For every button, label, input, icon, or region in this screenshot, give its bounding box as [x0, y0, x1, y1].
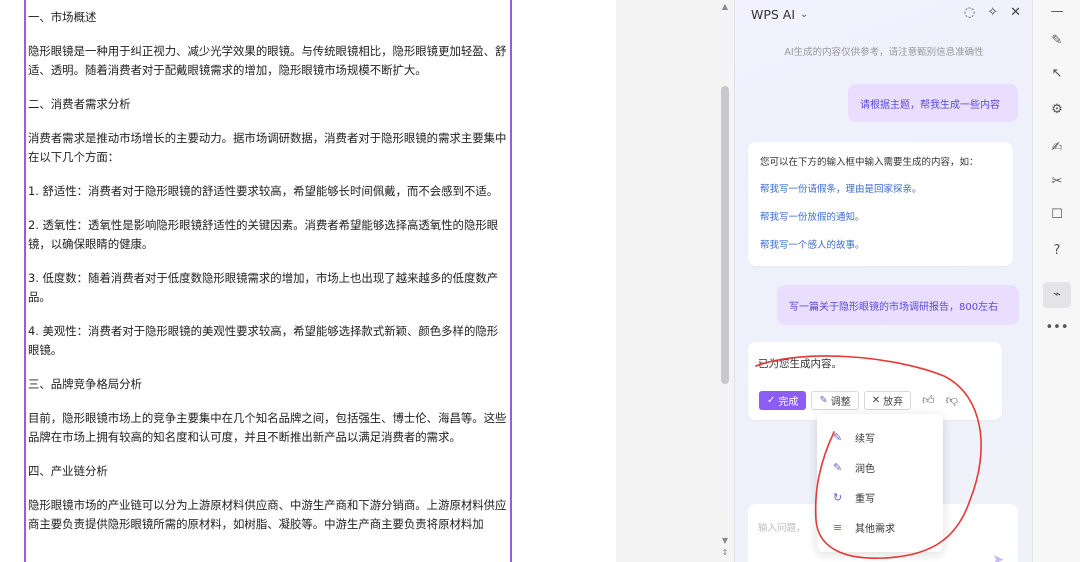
wps-window: 一、市场概述 隐形眼镜是一种用于纠正视力、减少光学效果的眼镜。与传统眼镜相比，隐…: [0, 0, 1080, 562]
menu-item-label: 润色: [855, 463, 875, 475]
pen-plus-icon: ✎: [833, 430, 843, 444]
doc-heading: 四、产业链分析: [28, 464, 108, 478]
doc-paragraph: 目前，隐形眼镜市场上的竞争主要集中在几个知名品牌之间，包括强生、博士伦、海昌等。…: [28, 411, 507, 444]
doc-heading: 二、消费者需求分析: [28, 97, 131, 111]
user-message: 写一篇关于隐形眼镜的市场调研报告，800左右: [777, 285, 1019, 325]
document-body[interactable]: 一、市场概述 隐形眼镜是一种用于纠正视力、减少光学效果的眼镜。与传统眼镜相比，隐…: [26, 0, 510, 534]
document-canvas-gray: [616, 0, 716, 562]
suggestion-link[interactable]: 帮我写一个感人的故事。: [760, 237, 1001, 251]
doc-paragraph: 1. 舒适性：消费者对于隐形眼镜的舒适性要求较高，希望能够长时间佩戴，而不会感到…: [28, 184, 499, 198]
pen-icon[interactable]: ✎: [1033, 33, 1080, 48]
review-icon[interactable]: ☐: [1033, 207, 1080, 222]
wps-ai-icon[interactable]: ⌁: [1043, 282, 1071, 308]
document-margin: [0, 0, 24, 562]
thumbs-down-icon[interactable]: 👎︎: [946, 393, 958, 408]
select-icon[interactable]: ↖: [1033, 66, 1080, 81]
help-icon[interactable]: ?: [1033, 243, 1080, 258]
doc-heading: 一、市场概述: [28, 10, 97, 24]
user-message-text: 写一篇关于隐形眼镜的市场调研报告，800左右: [789, 301, 999, 313]
scroll-page-icon[interactable]: ⇕: [716, 548, 734, 557]
document-canvas: [512, 0, 616, 562]
thumbs-up-icon[interactable]: 👍︎: [922, 393, 935, 408]
user-message-text: 请根据主题，帮我生成一些内容: [860, 99, 1000, 111]
pen-sparkle-icon: ✎: [833, 460, 843, 474]
list-icon: ≡: [833, 520, 843, 534]
adjust-button[interactable]: ✎ 调整: [811, 391, 859, 410]
doc-heading: 三、品牌竞争格局分析: [28, 377, 142, 391]
document-scrollbar[interactable]: ▲ ▼ ⇕: [716, 0, 734, 562]
suggestion-link[interactable]: 帮我写一份请假条，理由是回家探亲。: [760, 181, 1001, 195]
menu-item-rewrite[interactable]: ↻ 重写: [817, 482, 943, 512]
input-placeholder: 输入问题，: [758, 523, 806, 534]
user-message: 请根据主题，帮我生成一些内容: [848, 84, 1018, 122]
adjust-dropdown-menu: ✎ 续写 ✎ 润色 ↻ 重写 ≡ 其他需求: [817, 414, 943, 552]
ai-write-icon[interactable]: ✍: [1033, 140, 1080, 155]
adjust-label: 调整: [830, 397, 851, 408]
menu-item-label: 其他需求: [855, 523, 895, 535]
doc-paragraph: 隐形眼镜是一种用于纠正视力、减少光学效果的眼镜。与传统眼镜相比，隐形眼镜更加轻盈…: [28, 44, 507, 77]
suggestion-intro: 您可以在下方的输入框中输入需要生成的内容，如：: [760, 157, 979, 168]
document-page[interactable]: 一、市场概述 隐形眼镜是一种用于纠正视力、减少光学效果的眼镜。与传统眼镜相比，隐…: [24, 0, 512, 562]
done-label: 完成: [778, 397, 799, 408]
scrollbar-thumb[interactable]: [721, 86, 729, 384]
doc-paragraph: 2. 透氧性：透氧性是影响隐形眼镜舒适性的关键因素。消费者希望能够选择高透氧性的…: [28, 218, 499, 251]
result-actions: ✓ 完成 ✎ 调整 ✕ 放弃 👍︎ 👎︎: [759, 391, 958, 410]
doc-paragraph: 3. 低度数：随着消费者对于低度数隐形眼镜需求的增加，市场上也出现了越来越多的低…: [28, 271, 499, 304]
menu-item-continue[interactable]: ✎ 续写: [817, 422, 943, 452]
menu-item-other[interactable]: ≡ 其他需求: [817, 512, 943, 542]
more-icon[interactable]: •••: [1033, 320, 1080, 335]
wps-ai-panel: WPS AI ⌄ ◌ ✧ ✕ AI生成的内容仅供参考，请注意甄别信息准确性 请根…: [734, 0, 1032, 562]
done-button[interactable]: ✓ 完成: [759, 391, 807, 410]
pen-sparkle-icon: ✎: [819, 395, 828, 406]
suggestion-card: 您可以在下方的输入框中输入需要生成的内容，如： 帮我写一份请假条，理由是回家探亲…: [748, 142, 1013, 266]
chat-icon[interactable]: ◌: [964, 5, 975, 20]
menu-item-polish[interactable]: ✎ 润色: [817, 452, 943, 482]
minimize-icon[interactable]: —: [1033, 4, 1080, 19]
ai-disclaimer: AI生成的内容仅供参考，请注意甄别信息准确性: [784, 47, 984, 58]
doc-paragraph: 消费者需求是推动市场增长的主要动力。据市场调研数据，消费者对于隐形眼镜的需求主要…: [28, 131, 507, 164]
tools-icon[interactable]: ✂: [1033, 174, 1080, 189]
close-icon: ✕: [871, 395, 881, 406]
discard-label: 放弃: [883, 397, 904, 408]
doc-paragraph: 隐形眼镜市场的产业链可以分为上游原材料供应商、中游生产商和下游分销商。上游原材料…: [28, 498, 507, 531]
close-icon[interactable]: ✕: [1010, 5, 1021, 20]
suggestion-link[interactable]: 帮我写一份放假的通知。: [760, 209, 1001, 223]
menu-item-label: 续写: [855, 433, 875, 445]
send-icon[interactable]: ➤: [992, 552, 1004, 562]
scroll-down-icon[interactable]: ▼: [716, 536, 734, 545]
check-icon: ✓: [767, 395, 776, 406]
chevron-down-icon[interactable]: ⌄: [800, 9, 808, 20]
discard-button[interactable]: ✕ 放弃: [863, 391, 912, 410]
settings-icon[interactable]: ⚙: [1033, 102, 1080, 117]
doc-paragraph: 4. 美观性：消费者对于隐形眼镜的美观性要求较高，希望能够选择款式新颖、颜色多样…: [28, 324, 499, 357]
rewrite-icon: ↻: [833, 490, 843, 504]
right-toolbar: — ✎ ↖ ⚙ ✍ ✂ ☐ ? ⌁ •••: [1032, 0, 1080, 562]
menu-item-label: 重写: [855, 493, 875, 505]
ai-result-card: 已为您生成内容。 ✓ 完成 ✎ 调整 ✕ 放弃 👍︎ 👎︎: [748, 342, 1002, 420]
ai-panel-header: WPS AI ⌄ ◌ ✧ ✕: [751, 5, 1021, 23]
ai-panel-title[interactable]: WPS AI: [751, 7, 795, 22]
pin-icon[interactable]: ✧: [987, 5, 998, 20]
result-text: 已为您生成内容。: [758, 358, 842, 370]
scroll-up-icon[interactable]: ▲: [716, 2, 734, 11]
